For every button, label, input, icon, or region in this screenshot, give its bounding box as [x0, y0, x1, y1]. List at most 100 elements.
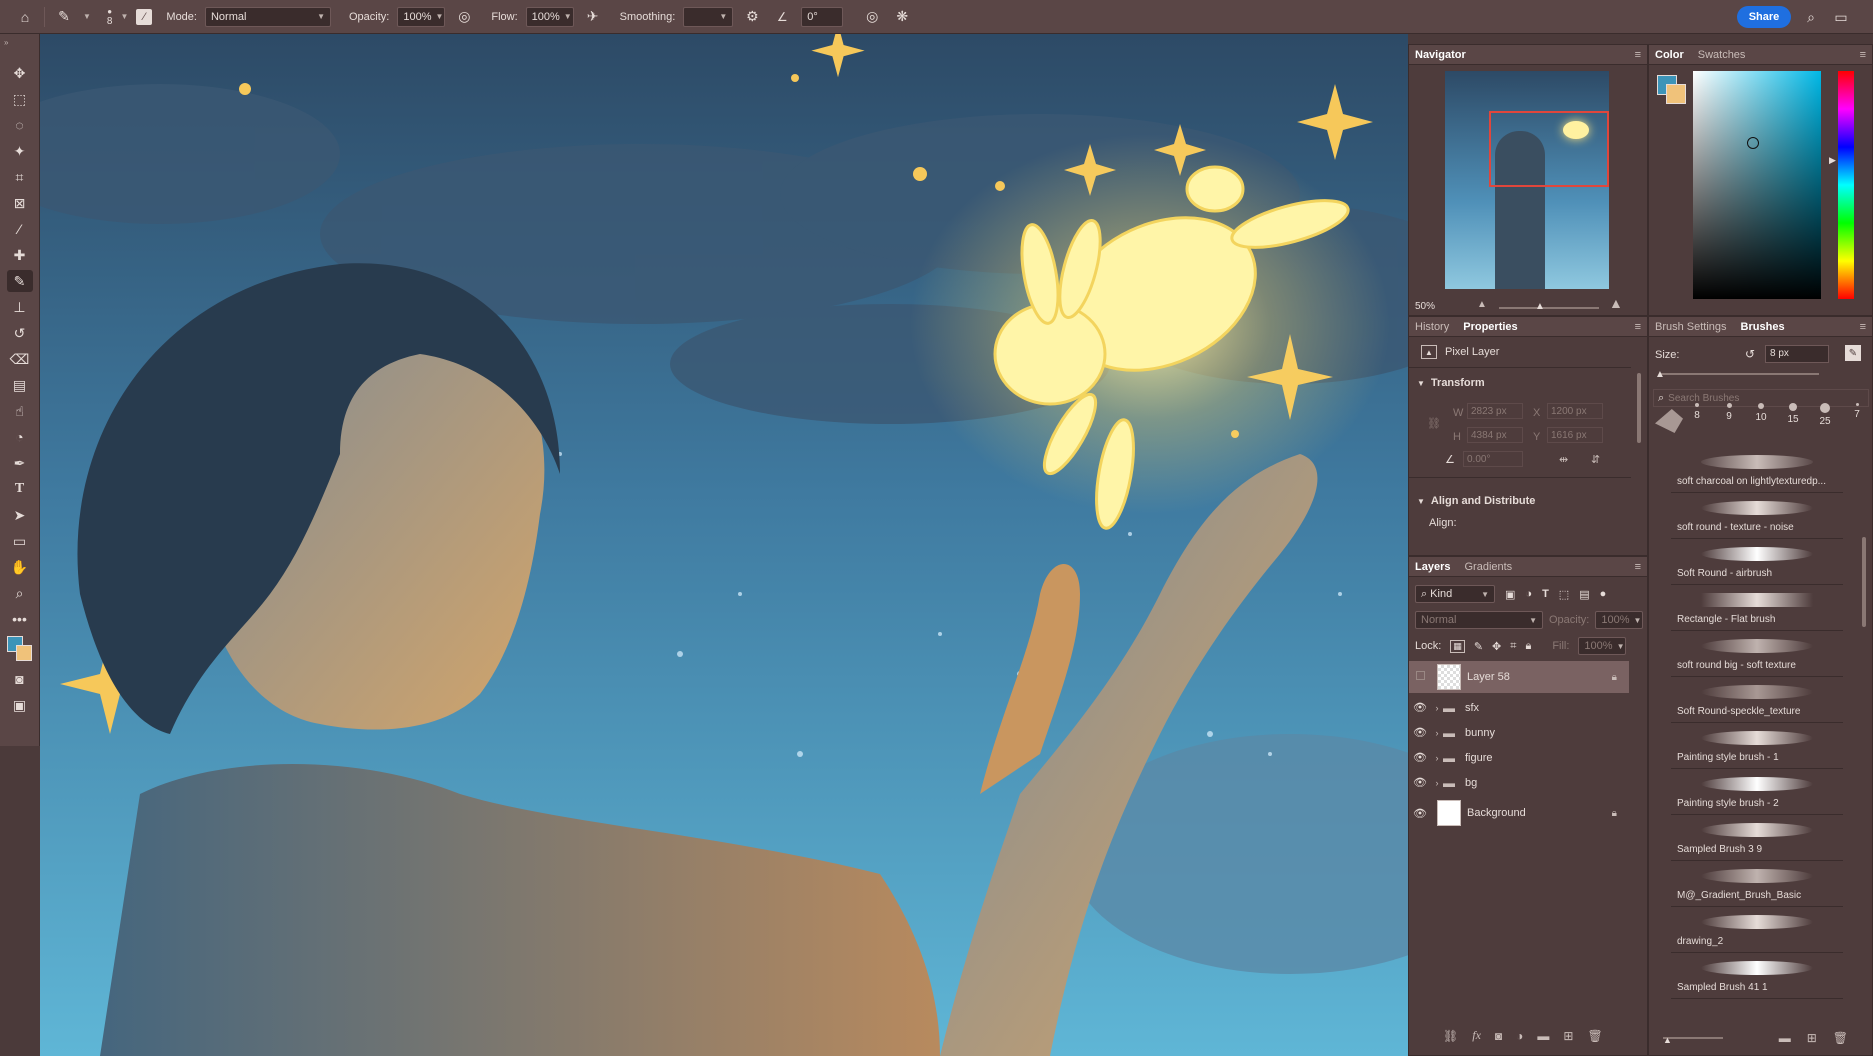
filter-smart-object-icon[interactable]: ▤ — [1579, 588, 1589, 601]
hue-slider-handle[interactable]: ▶ — [1829, 155, 1836, 166]
lock-transparent-icon[interactable]: ▦ — [1450, 639, 1465, 653]
history-brush-tool-icon[interactable]: ↺ — [7, 322, 33, 344]
brush-item[interactable]: soft charcoal on lightlytexturedp... — [1671, 447, 1843, 493]
adjustment-layer-icon[interactable]: ◑ — [1516, 1029, 1523, 1043]
trash-icon[interactable]: 🗑︎ — [1833, 1031, 1848, 1045]
chevron-right-icon[interactable]: › — [1431, 703, 1443, 713]
size-slider[interactable] — [1659, 373, 1819, 375]
layer-row-background[interactable]: 👁︎ Background 🔒︎ — [1409, 797, 1629, 829]
layer-filter-kind-select[interactable]: ⌕ Kind ▼ — [1415, 585, 1495, 603]
flip-horizontal-icon[interactable]: ⇹ — [1559, 453, 1568, 466]
navigator-view-box[interactable] — [1489, 111, 1609, 187]
healing-brush-tool-icon[interactable]: ✚ — [7, 244, 33, 266]
panel-menu-icon[interactable]: ≡ — [1635, 561, 1641, 573]
symmetry-icon[interactable]: ❋ — [891, 6, 913, 28]
move-tool-icon[interactable]: ✥ — [7, 62, 33, 84]
size-slider-handle[interactable]: ▲ — [1655, 369, 1665, 380]
workspace-icon[interactable]: ▭ — [1830, 6, 1852, 28]
tab-swatches[interactable]: Swatches — [1698, 49, 1746, 61]
brush-item[interactable]: Sampled Brush 3 9 — [1671, 815, 1843, 861]
eye-icon[interactable]: 👁︎ — [1409, 701, 1431, 714]
layer-opacity-input[interactable]: 100% ▼ — [1595, 611, 1644, 629]
new-brush-icon[interactable]: ⊞ — [1807, 1031, 1817, 1045]
zoom-slider-handle[interactable]: ▲ — [1535, 301, 1545, 312]
reset-size-icon[interactable]: ↺ — [1745, 347, 1755, 361]
brush-item[interactable]: Painting style brush - 1 — [1671, 723, 1843, 769]
brush-item[interactable]: Rectangle - Flat brush — [1671, 585, 1843, 631]
new-brush-group-icon[interactable]: ▬ — [1779, 1031, 1791, 1045]
brush-preset[interactable]: 7 — [1843, 403, 1871, 420]
smudge-tool-icon[interactable]: ☝ — [7, 400, 33, 422]
eye-icon[interactable]: 👁︎ — [1409, 807, 1431, 820]
zoom-in-icon[interactable]: ▲ — [1609, 295, 1623, 311]
home-icon[interactable]: ⌂ — [14, 6, 36, 28]
panel-menu-icon[interactable]: ≡ — [1635, 49, 1641, 61]
color-picker-ring[interactable] — [1747, 137, 1759, 149]
trash-icon[interactable]: 🗑︎ — [1587, 1029, 1602, 1043]
brush-item[interactable]: Sampled Brush 41 1 — [1671, 953, 1843, 999]
screen-mode-icon[interactable]: ▣ — [7, 694, 33, 716]
brush-settings-toggle-icon[interactable]: ⁄ — [136, 8, 153, 25]
color-swatch-icon[interactable] — [5, 634, 35, 664]
filter-type-icon[interactable]: T — [1542, 588, 1549, 600]
brush-preview-slider[interactable] — [1663, 1037, 1723, 1039]
new-layer-icon[interactable]: ⊞ — [1563, 1029, 1573, 1043]
flow-input[interactable]: 100% ▼ — [525, 6, 574, 27]
filter-toggle-icon[interactable]: ● — [1600, 588, 1607, 600]
angle-input[interactable]: 0.00° — [1463, 451, 1523, 467]
eye-icon[interactable]: 👁︎ — [1409, 726, 1431, 739]
brush-preset[interactable]: 8 — [1683, 403, 1711, 421]
collapse-arrows-icon[interactable]: » — [4, 38, 8, 47]
crop-tool-icon[interactable]: ⌗ — [7, 166, 33, 188]
brush-item[interactable]: M@_Gradient_Brush_Basic — [1671, 861, 1843, 907]
gear-icon[interactable]: ⚙ — [741, 6, 763, 28]
brush-preset-caret-icon[interactable]: ▼ — [120, 12, 128, 21]
brush-tool-icon[interactable]: ✎ — [53, 6, 75, 28]
more-tools-icon[interactable]: ••• — [7, 608, 33, 630]
panel-menu-icon[interactable]: ≡ — [1860, 49, 1866, 61]
y-input[interactable]: 1616 px — [1547, 427, 1603, 443]
chevron-right-icon[interactable]: › — [1431, 728, 1443, 738]
background-color-swatch[interactable] — [15, 645, 32, 661]
lock-all-icon[interactable]: 🔒︎ — [1525, 640, 1531, 653]
h-input[interactable]: 4384 px — [1467, 427, 1523, 443]
brush-item[interactable]: drawing_2 — [1671, 907, 1843, 953]
zoom-slider[interactable] — [1499, 307, 1599, 309]
tab-history[interactable]: History — [1415, 321, 1449, 333]
marquee-tool-icon[interactable]: ⬚ — [7, 88, 33, 110]
transform-header[interactable]: ▼ Transform — [1417, 377, 1485, 389]
tab-gradients[interactable]: Gradients — [1464, 561, 1512, 573]
smoothing-input[interactable]: ▼ — [683, 6, 734, 27]
chevron-down-icon[interactable]: ▼ — [719, 12, 727, 21]
chevron-right-icon[interactable]: › — [1431, 753, 1443, 763]
lock-position-icon[interactable]: ✥ — [1492, 640, 1501, 653]
brush-item[interactable]: soft round big - soft texture — [1671, 631, 1843, 677]
path-selection-tool-icon[interactable]: ➤ — [7, 504, 33, 526]
hue-slider[interactable] — [1838, 71, 1854, 299]
brush-tool-icon[interactable]: ✎ — [6, 270, 33, 292]
quick-mask-icon[interactable]: ◙ — [7, 668, 33, 690]
brush-item[interactable]: Soft Round-speckle_texture — [1671, 677, 1843, 723]
brush-preset[interactable]: 9 — [1715, 403, 1743, 422]
filter-adjustment-icon[interactable]: ◑ — [1525, 588, 1532, 600]
blend-mode-select[interactable]: Normal ▼ — [1415, 611, 1543, 629]
fill-input[interactable]: 100% ▼ — [1578, 637, 1627, 655]
add-mask-icon[interactable]: ◙ — [1495, 1029, 1502, 1043]
flip-vertical-icon[interactable]: ⇵ — [1591, 453, 1600, 466]
gradient-tool-icon[interactable]: ▤ — [7, 374, 33, 396]
eyedropper-tool-icon[interactable]: ⁄ — [7, 218, 33, 240]
type-tool-icon[interactable]: T — [7, 478, 33, 500]
share-button[interactable]: Share — [1737, 6, 1791, 28]
zoom-tool-icon[interactable]: ⌕ — [7, 582, 33, 604]
lasso-tool-icon[interactable]: ◌ — [7, 114, 33, 136]
pressure-opacity-icon[interactable]: ◎ — [453, 6, 475, 28]
brush-size-preview[interactable]: ● 8 — [107, 7, 113, 27]
tab-color[interactable]: Color — [1655, 49, 1684, 61]
brush-item[interactable]: soft round - texture - noise — [1671, 493, 1843, 539]
brush-item[interactable]: Painting style brush - 2 — [1671, 769, 1843, 815]
pressure-size-icon[interactable]: ◎ — [861, 6, 883, 28]
filter-pixel-icon[interactable]: ▣ — [1505, 588, 1515, 601]
frame-tool-icon[interactable]: ⊠ — [7, 192, 33, 214]
brush-preset[interactable]: 25 — [1811, 403, 1839, 427]
brush-list-scrollbar[interactable] — [1862, 537, 1866, 627]
